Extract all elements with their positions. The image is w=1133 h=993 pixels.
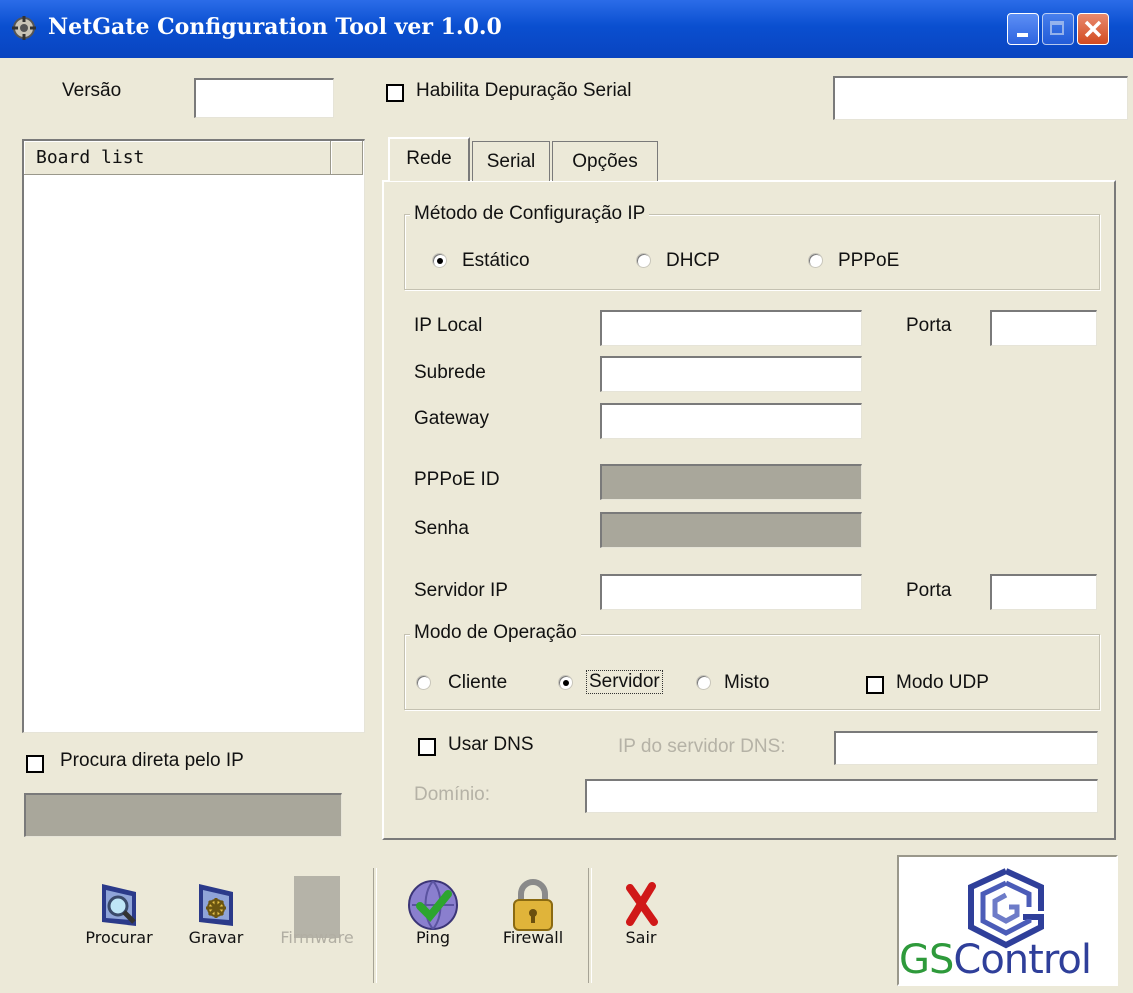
dns-server-label: IP do servidor DNS: <box>618 736 786 757</box>
tab-serial[interactable]: Serial <box>472 141 550 181</box>
maximize-icon <box>1050 21 1064 35</box>
logo-text: GSControl <box>899 937 1092 983</box>
porta2-label: Porta <box>906 580 952 601</box>
gscontrol-logo: GSControl <box>897 855 1118 986</box>
firmware-label: Firmware <box>280 928 354 947</box>
sair-label: Sair <box>625 928 657 947</box>
dns-server-field[interactable] <box>834 731 1098 765</box>
porta2-field[interactable] <box>990 574 1097 610</box>
toolbar-separator-2 <box>588 868 592 983</box>
serial-debug-label: Habilita Depuração Serial <box>416 80 632 101</box>
op-mode-title: Modo de Operação <box>410 622 581 644</box>
maximize-button[interactable] <box>1042 13 1074 45</box>
radio-dhcp[interactable] <box>636 253 651 268</box>
radio-cliente[interactable] <box>416 675 431 690</box>
gateway-field[interactable] <box>600 403 862 439</box>
procurar-label: Procurar <box>85 928 153 947</box>
senha-field <box>600 512 862 548</box>
radio-misto-label: Misto <box>724 672 770 693</box>
gravar-label: Gravar <box>188 928 244 947</box>
minimize-icon <box>1017 33 1028 37</box>
porta-field[interactable] <box>990 310 1097 346</box>
serial-debug-field[interactable] <box>833 76 1128 120</box>
board-list-header-extra[interactable] <box>331 141 363 175</box>
version-label: Versão <box>62 80 122 101</box>
ping-button[interactable]: Ping <box>388 868 478 988</box>
radio-estatico[interactable] <box>432 253 447 268</box>
usar-dns-checkbox[interactable] <box>418 738 436 756</box>
radio-dhcp-label: DHCP <box>666 250 720 271</box>
radio-servidor-label: Servidor <box>586 670 663 694</box>
modo-udp-label: Modo UDP <box>896 672 989 693</box>
porta-label: Porta <box>906 315 952 336</box>
ip-local-label: IP Local <box>414 315 483 336</box>
pppoe-id-label: PPPoE ID <box>414 469 500 490</box>
board-list-header-label: Board list <box>36 147 145 168</box>
minimize-button[interactable] <box>1007 13 1039 45</box>
direct-search-field <box>24 793 342 837</box>
radio-cliente-label: Cliente <box>448 672 508 693</box>
close-icon <box>1084 20 1102 38</box>
direct-search-checkbox[interactable] <box>26 755 44 773</box>
direct-search-label: Procura direta pelo IP <box>60 750 244 771</box>
radio-pppoe[interactable] <box>808 253 823 268</box>
app-icon <box>10 14 38 42</box>
ip-method-title: Método de Configuração IP <box>410 203 650 225</box>
logo-text-gs: GS <box>899 937 954 983</box>
radio-estatico-label: Estático <box>462 250 530 271</box>
servidor-ip-field[interactable] <box>600 574 862 610</box>
board-list-header[interactable]: Board list <box>24 141 331 175</box>
pppoe-id-field <box>600 464 862 500</box>
version-field[interactable] <box>194 78 334 118</box>
servidor-ip-label: Servidor IP <box>414 580 508 601</box>
firewall-label: Firewall <box>502 928 564 947</box>
firewall-button[interactable]: Firewall <box>488 868 578 988</box>
board-list[interactable]: Board list <box>22 139 365 733</box>
senha-label: Senha <box>414 518 469 539</box>
dominio-field[interactable] <box>585 779 1098 813</box>
radio-pppoe-label: PPPoE <box>838 250 900 271</box>
title-bar: NetGate Configuration Tool ver 1.0.0 <box>0 0 1133 58</box>
logo-text-control: Control <box>953 937 1092 983</box>
ping-label: Ping <box>415 928 451 947</box>
gravar-button[interactable]: Gravar <box>171 868 261 988</box>
dominio-label: Domínio: <box>414 784 491 805</box>
tab-opcoes[interactable]: Opções <box>552 141 658 181</box>
close-button[interactable] <box>1077 13 1109 45</box>
gateway-label: Gateway <box>414 408 489 429</box>
sair-button[interactable]: Sair <box>596 868 686 988</box>
tab-rede[interactable]: Rede <box>388 137 470 181</box>
modo-udp-checkbox[interactable] <box>866 676 884 694</box>
window-title: NetGate Configuration Tool ver 1.0.0 <box>48 14 502 40</box>
subrede-label: Subrede <box>414 362 486 383</box>
firmware-button[interactable]: Firmware <box>272 868 362 988</box>
usar-dns-label: Usar DNS <box>448 734 534 755</box>
ip-local-field[interactable] <box>600 310 862 346</box>
procurar-button[interactable]: Procurar <box>74 868 164 988</box>
subrede-field[interactable] <box>600 356 862 392</box>
toolbar-separator-1 <box>373 868 377 983</box>
radio-servidor[interactable] <box>558 675 573 690</box>
radio-misto[interactable] <box>696 675 711 690</box>
serial-debug-checkbox[interactable] <box>386 84 404 102</box>
